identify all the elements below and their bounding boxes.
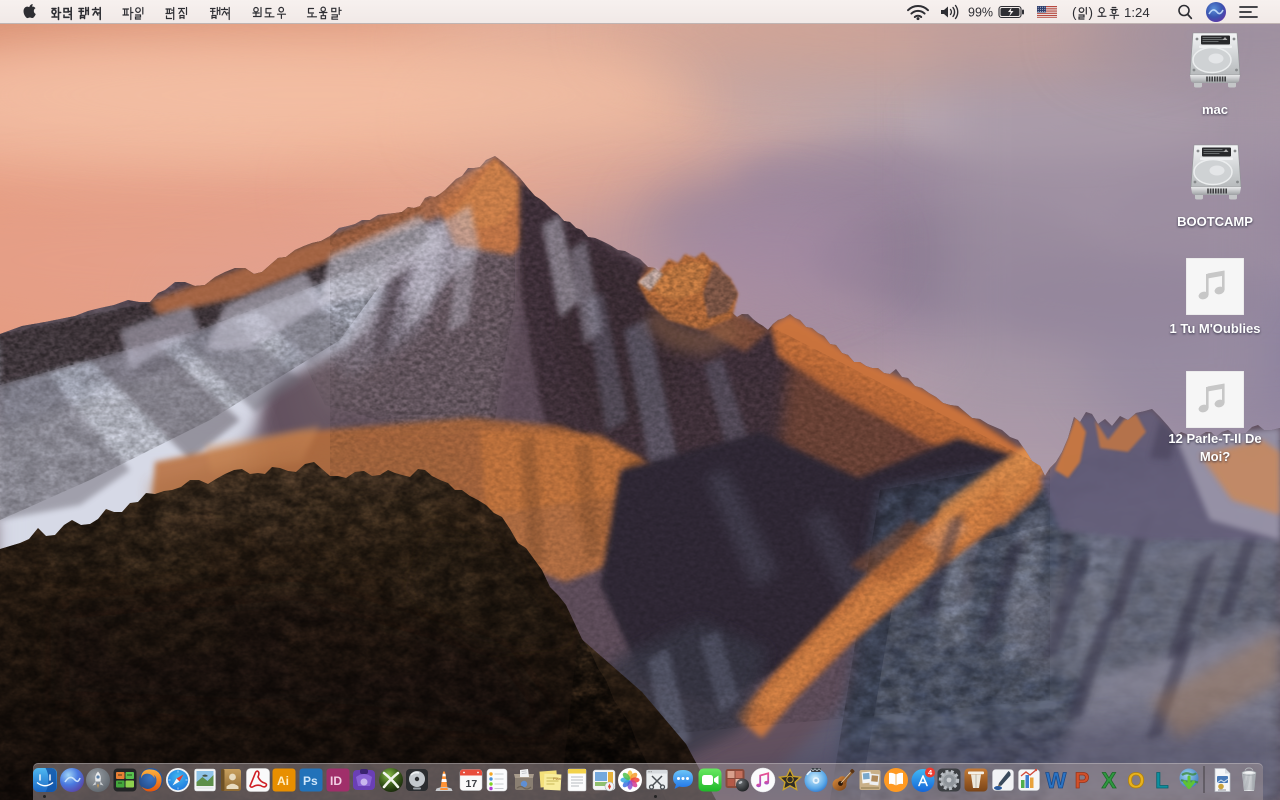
svg-text:W: W	[1045, 768, 1066, 793]
svg-text:P: P	[1075, 768, 1090, 793]
svg-text:O: O	[1127, 768, 1144, 793]
svg-text:99%: 99%	[968, 6, 993, 20]
svg-text:): )	[1089, 5, 1094, 20]
svg-text:X: X	[1102, 768, 1117, 793]
svg-text:L: L	[1155, 768, 1168, 793]
svg-text:(: (	[1072, 5, 1077, 20]
svg-text:Ai: Ai	[277, 774, 289, 788]
svg-text:Ps: Ps	[303, 774, 318, 788]
svg-text:Plan: Plan	[553, 776, 561, 781]
svg-text:17: 17	[465, 778, 477, 790]
svg-text:1:24: 1:24	[1124, 5, 1150, 20]
svg-text:ID: ID	[330, 774, 342, 788]
